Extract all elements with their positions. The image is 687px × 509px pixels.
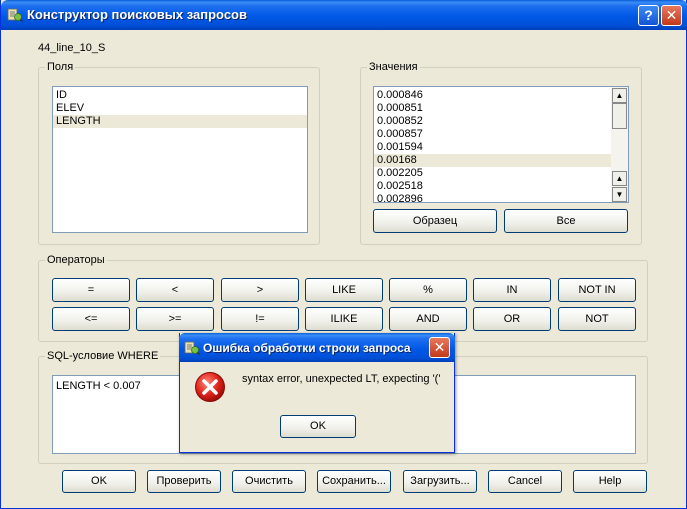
- operator-button[interactable]: <: [136, 278, 214, 302]
- value-list-item[interactable]: 0.000857: [374, 128, 628, 141]
- operator-button[interactable]: NOT IN: [558, 278, 636, 302]
- value-list-item[interactable]: 0.002896: [374, 193, 628, 202]
- value-list-item[interactable]: 0.000846: [374, 89, 628, 102]
- operator-button[interactable]: >=: [136, 307, 214, 331]
- field-list-item[interactable]: ELEV: [53, 102, 307, 115]
- operator-button[interactable]: =: [52, 278, 130, 302]
- error-dialog-title: Ошибка обработки строки запроса: [203, 341, 411, 355]
- clear-button[interactable]: Очистить: [232, 470, 306, 493]
- value-list-item[interactable]: 0.001594: [374, 141, 628, 154]
- value-list-item[interactable]: 0.002518: [374, 180, 628, 193]
- value-list-item[interactable]: 0.000851: [374, 102, 628, 115]
- load-button[interactable]: Загрузить...: [403, 470, 477, 493]
- operator-button[interactable]: ILIKE: [305, 307, 383, 331]
- layer-name-label: 44_line_10_S: [38, 42, 106, 54]
- operators-group-label: Операторы: [45, 254, 107, 266]
- error-message: syntax error, unexpected LT, expecting '…: [242, 373, 441, 385]
- query-builder-window: Конструктор поисковых запросов ? ✕ 44_li…: [0, 0, 687, 509]
- values-scrollbar[interactable]: ▲ ▲ ▼: [611, 87, 628, 202]
- values-group-label: Значения: [367, 61, 420, 73]
- scroll-up-arrow-icon[interactable]: ▲: [612, 88, 627, 103]
- all-button[interactable]: Все: [504, 209, 628, 233]
- titlebar: Конструктор поисковых запросов ? ✕: [1, 0, 687, 30]
- close-title-button[interactable]: ✕: [661, 5, 682, 26]
- operator-button[interactable]: >: [221, 278, 299, 302]
- help-title-button[interactable]: ?: [638, 5, 659, 26]
- save-button[interactable]: Сохранить...: [317, 470, 391, 493]
- fields-group-label: Поля: [45, 61, 76, 73]
- error-ok-button[interactable]: OK: [280, 415, 356, 438]
- field-list-item[interactable]: LENGTH: [53, 115, 307, 128]
- operator-button[interactable]: !=: [221, 307, 299, 331]
- error-dialog-close-button[interactable]: ✕: [429, 337, 450, 358]
- scroll-down-arrow-icon-2[interactable]: ▼: [612, 187, 627, 202]
- value-list-item[interactable]: 0.000852: [374, 115, 628, 128]
- error-dialog: Ошибка обработки строки запроса ✕ syntax…: [179, 333, 455, 453]
- query-builder-icon: [7, 8, 23, 23]
- operator-button[interactable]: NOT: [558, 307, 636, 331]
- sql-where-text: LENGTH < 0.007: [56, 380, 141, 392]
- error-icon: [195, 372, 225, 402]
- operator-button[interactable]: IN: [473, 278, 551, 302]
- query-builder-icon: [184, 341, 200, 356]
- error-dialog-titlebar: Ошибка обработки строки запроса ✕: [179, 333, 455, 362]
- operator-button[interactable]: %: [389, 278, 467, 302]
- values-list[interactable]: 0.000846 0.000851 0.000852 0.000857 0.001594…: [373, 86, 629, 203]
- scroll-thumb[interactable]: [612, 103, 627, 129]
- scroll-down-arrow-icon[interactable]: ▲: [612, 171, 627, 186]
- ok-button[interactable]: OK: [62, 470, 136, 493]
- value-list-item[interactable]: 0.002205: [374, 167, 628, 180]
- sample-button[interactable]: Образец: [373, 209, 497, 233]
- field-list-item[interactable]: ID: [53, 89, 307, 102]
- operator-button[interactable]: <=: [52, 307, 130, 331]
- operator-button[interactable]: AND: [389, 307, 467, 331]
- cancel-button[interactable]: Cancel: [488, 470, 562, 493]
- test-button[interactable]: Проверить: [147, 470, 221, 493]
- operator-button[interactable]: LIKE: [305, 278, 383, 302]
- window-title: Конструктор поисковых запросов: [27, 7, 247, 22]
- value-list-item[interactable]: 0.00168: [374, 154, 628, 167]
- sql-group-label: SQL-условие WHERE: [45, 350, 161, 362]
- help-button[interactable]: Help: [573, 470, 647, 493]
- operator-button[interactable]: OR: [473, 307, 551, 331]
- fields-list[interactable]: ID ELEV LENGTH: [52, 86, 308, 233]
